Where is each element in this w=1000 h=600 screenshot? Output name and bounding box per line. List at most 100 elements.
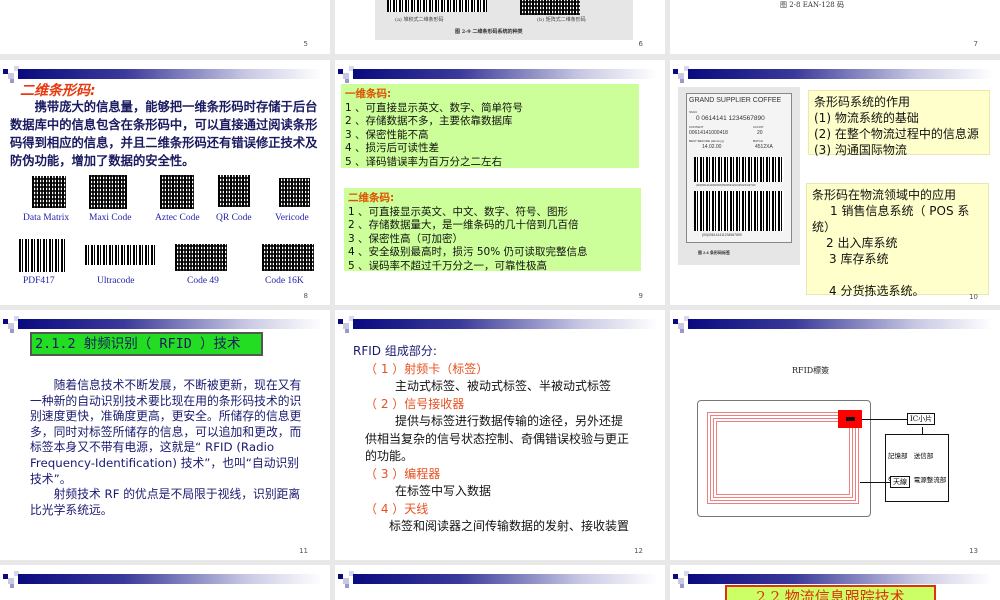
code-label: Code 16K	[265, 276, 304, 286]
list-item: 3 库存系统	[829, 252, 889, 266]
slide-thumbnail-6[interactable]: (a) 堆积式二维条形码 (b) 矩阵式二维条形码 图 2-9 二维条形码系统的…	[335, 0, 665, 54]
2d-barcode-box: 二维条码: 1 、可直接显示英文、中文、数字、符号、图形 2 、存储数据量大，是…	[344, 188, 641, 272]
antenna-label: 天線	[890, 476, 910, 488]
chip-desc: 記憶部 送信部	[888, 452, 934, 460]
part-text: 在标签中写入数据	[395, 484, 492, 498]
1d-barcode-box: 一维条码: 1 、可直接显示英文、数字、简单符号 2 、存储数据不多，主要依靠数…	[341, 84, 639, 168]
slide-thumbnail-16[interactable]: 2.2 物流信息跟踪技术	[670, 565, 1000, 600]
list-item: 3 、保密性能不高	[345, 128, 429, 141]
slide-number: 8	[303, 292, 308, 300]
figure-title: 图 2-9 二维条形码系统的种类	[455, 29, 523, 35]
label-barcode-1	[694, 157, 784, 182]
stacked-barcode	[387, 0, 487, 12]
box-title: 条形码在物流领域中的应用	[812, 188, 957, 202]
list-item: 2 、存储数据不多，主要依靠数据库	[345, 115, 513, 128]
label-field-name: SSCC	[689, 110, 698, 114]
slide-number: 12	[634, 547, 643, 555]
slide-title: 二维条形码:	[20, 83, 96, 99]
ultracode-image	[85, 245, 155, 265]
slide-body: 携带庞大的信息量，能够把一维条形码时存储于后台数据库中的信息包含在条形码中，可以…	[10, 100, 318, 168]
label-count: 20	[757, 130, 763, 136]
slide-number: 10	[969, 293, 978, 301]
list-item: 4 、损污后可读性差	[345, 142, 440, 155]
part-heading: （ 2 ）信号接收器	[365, 396, 465, 411]
aztec-code-image	[160, 175, 194, 209]
list-item: 1 销售信息系统（ POS 系统）	[812, 204, 970, 234]
slide-thumbnail-14[interactable]	[0, 565, 330, 600]
code-label: PDF417	[23, 276, 55, 286]
list-item: 5 、译码错误率为百万分之二左右	[345, 155, 503, 168]
diagram-title: RFID標簽	[792, 366, 830, 375]
label-field-name: BATCH	[753, 139, 763, 143]
barcode-role-box: 条形码系统的作用 (1) 物流系统的基础 (2) 在整个物流过程中的信息源 (3…	[808, 90, 990, 157]
slide-number: 7	[973, 40, 978, 48]
slide-header-bar	[670, 66, 1000, 84]
label-barcode-2	[694, 191, 784, 231]
label-sscc: 0 0614141 1234567890	[696, 115, 765, 122]
part-heading: （ 3 ）编程器	[365, 466, 441, 481]
slide-thumbnail-11[interactable]: 2.1.2 射频识别（ RFID ）技术 随着信息技术不断发展，不断被更新，现在…	[0, 310, 330, 560]
slide-number: 13	[969, 547, 978, 555]
slide-title: 2.1.2 射频识别（ RFID ）技术	[30, 332, 263, 356]
slide-body: 随着信息技术不断发展，不断被更新，现在又有一种新的自动识别技术要比现在用的条形码…	[30, 378, 302, 518]
code-label: Data Matrix	[23, 213, 70, 223]
slide-thumbnail-5[interactable]: 5	[0, 0, 330, 54]
part-heading: （ 1 ）射频卡（标签）	[365, 361, 489, 376]
label-batch: 4512XA	[755, 144, 773, 150]
slide-thumbnail-10[interactable]: GRAND SUPPLIER COFFEE SSCC 0 0614141 123…	[670, 60, 1000, 305]
slide-number: 9	[638, 292, 643, 300]
barcode-label-image: GRAND SUPPLIER COFFEE SSCC 0 0614141 123…	[678, 87, 800, 265]
code-label: QR Code	[216, 213, 252, 223]
barcode-application-box: 条形码在物流领域中的应用 1 销售信息系统（ POS 系统） 2 出入库系统 3…	[806, 183, 989, 298]
slide-thumbnail-8[interactable]: 二维条形码: 携带庞大的信息量，能够把一维条形码时存储于后台数据库中的信息包含在…	[0, 60, 330, 305]
slide-header-bar	[670, 316, 1000, 334]
pdf417-image	[19, 239, 67, 272]
label-field-name: BEST BEFORE (ddmmyy)	[689, 139, 725, 143]
code-label: Aztec Code	[155, 213, 200, 223]
list-item: 1 、可直接显示英文、中文、数字、符号、图形	[348, 205, 569, 218]
intro-text: RFID 组成部分:	[353, 344, 437, 358]
ic-chip	[838, 410, 862, 428]
label-company: GRAND SUPPLIER COFFEE	[689, 97, 782, 104]
list-item: 4 、安全级别最高时，损污 50% 仍可读取完整信息	[348, 246, 588, 259]
slide-thumbnail-13[interactable]: RFID標簽 IC小片 記憶部 送信部 受信部 電源整流部 天線 13	[670, 310, 1000, 560]
antenna-coil	[707, 412, 859, 504]
label-hri: (00)006141411234567890	[702, 233, 742, 237]
box-title: 一维条码:	[345, 88, 392, 100]
paragraph: 随着信息技术不断发展，不断被更新，现在又有一种新的自动识别技术要比现在用的条形码…	[30, 378, 302, 486]
box-title: 条形码系统的作用	[814, 95, 911, 109]
list-item: (3) 沟通国际物流	[814, 143, 907, 157]
part-text: 提供与标签进行数据传输的途径，另外还提供相当复杂的信号状态控制、奇偶错误校验与更…	[365, 414, 630, 463]
code16k-image	[262, 244, 314, 271]
label-field-name: CONTENT	[689, 125, 704, 129]
matrix-barcode	[520, 0, 580, 15]
slide-header-bar	[335, 66, 665, 84]
list-item: 1 、可直接显示英文、数字、简单符号	[345, 101, 524, 114]
figure-caption-b: (b) 矩阵式二维条形码	[537, 17, 586, 23]
list-item: 3 、保密性高（可加密）	[348, 232, 464, 245]
maxi-code-image	[89, 175, 127, 209]
slide-thumbnail-12[interactable]: RFID 组成部分: （ 1 ）射频卡（标签） 主动式标签、被动式标签、半被动式…	[335, 310, 665, 560]
label-content: 00614141000418	[689, 130, 728, 136]
slide-header-bar	[0, 571, 330, 589]
paragraph: 射频技术 RF 的优点是不局限于视线，识别距离比光学系统远。	[30, 487, 301, 517]
part-heading: （ 4 ）天线	[365, 501, 429, 516]
list-item: 5 、误码率不超过千万分之一，可靠性极高	[348, 259, 548, 272]
slide-thumbnail-7[interactable]: 图 2-8 EAN-128 码 7	[670, 0, 1000, 54]
part-text: 标签和阅读器之间传输数据的发射、接收装置	[389, 519, 630, 533]
part-text: 主动式标签、被动式标签、半被动式标签	[395, 379, 612, 393]
slide-number: 6	[638, 40, 643, 48]
box-title: 二维条码:	[348, 192, 395, 204]
code-label: Ultracode	[97, 276, 135, 286]
barcode-types-figure: (a) 堆积式二维条形码 (b) 矩阵式二维条形码 图 2-9 二维条形码系统的…	[375, 0, 633, 40]
code49-image	[175, 244, 227, 271]
code-label: Code 49	[187, 276, 219, 286]
figure-caption: 图 2-6 条形码标签	[698, 250, 731, 255]
label-best-before: 14.02.00	[702, 144, 722, 150]
figure-title: 图 2-8 EAN-128 码	[780, 1, 844, 9]
qr-code-image	[218, 175, 250, 207]
slide-thumbnail-15[interactable]	[335, 565, 665, 600]
chip-components: 記憶部 送信部 受信部 電源整流部	[885, 434, 950, 502]
slide-thumbnail-9[interactable]: 一维条码: 1 、可直接显示英文、数字、简单符号 2 、存储数据不多，主要依靠数…	[335, 60, 665, 305]
list-item: 4 分货拣选系统。	[829, 284, 925, 298]
